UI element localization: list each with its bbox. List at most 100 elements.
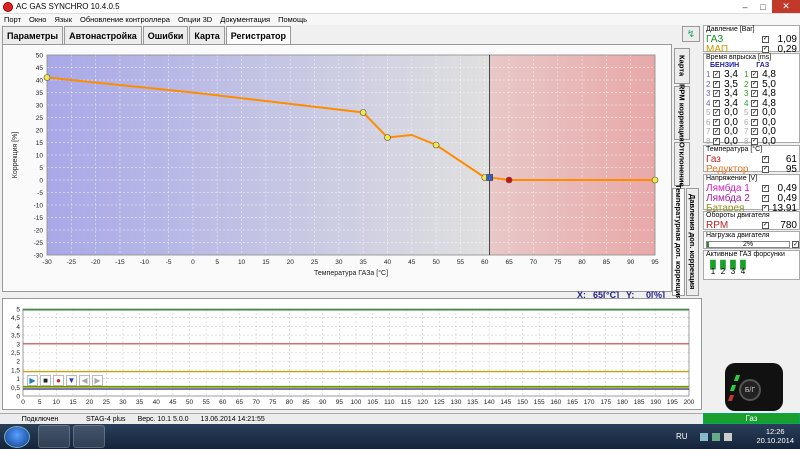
menu-documentation[interactable]: Документация: [216, 15, 274, 24]
taskbar-app-ie-icon[interactable]: [73, 425, 105, 448]
x-tick-label: 105: [367, 399, 378, 406]
tab-recorder[interactable]: Регистратор: [225, 26, 292, 44]
tray-battery-icon[interactable]: [712, 433, 720, 441]
data-point-marker: [651, 176, 659, 184]
petrol-cylinder-checkbox[interactable]: ✓: [713, 118, 720, 126]
start-button-icon[interactable]: [4, 426, 30, 448]
load-checkbox[interactable]: ✓: [792, 241, 799, 248]
gas-cylinder-checkbox[interactable]: ✓: [751, 90, 758, 98]
injection-rows: 1 ✓ 3,4 1 ✓ 4,8 2 ✓ 3,5 2 ✓ 5,0 3 ✓ 3,4 3 ✓ 4,8 4 ✓ 3,4 4 ✓ 4,8…: [704, 69, 799, 147]
recorder-panel: 5 4,5 4 3,5 3 2,5 2 1,5 1 0,5 0 0 5 10 15 20 25 30 35 40 45 5…: [2, 298, 702, 410]
x-tick-label: 90: [319, 399, 327, 406]
vtab-rpm-correction[interactable]: RPM коррекция: [674, 84, 690, 142]
vtab-temperature-correction[interactable]: Температурная доп. коррекция: [672, 184, 685, 300]
petrol-cylinder-number: 4: [706, 98, 711, 108]
menu-update[interactable]: Обновление контроллера: [76, 15, 174, 24]
y-tick-label: 50: [36, 53, 44, 60]
petrol-cylinder-checkbox[interactable]: ✓: [713, 99, 720, 107]
y-tick-label: 45: [36, 65, 44, 72]
data-point-marker: [359, 109, 367, 116]
menu-window[interactable]: Окно: [25, 15, 50, 24]
temperature-correction-chart[interactable]: -30 -25 -20 -15 -10 -5 0 5 10 15 20 25 30 35 40 45 50 55 6…: [3, 45, 671, 291]
injection-row: 5 ✓ 0,0 5 ✓ 0,0: [704, 107, 799, 118]
recorder-controls: ▶ ■ ● ▼ ◀ ▶: [27, 375, 105, 386]
fuel-status-badge: Газ: [703, 413, 800, 424]
reducer-temp-checkbox[interactable]: ✓: [762, 165, 769, 173]
x-tick-label: 30: [119, 399, 127, 406]
recorder-chart[interactable]: 54,543,532,521,510,500 5 10 15 20 25 30 35 40 45 5…: [3, 299, 701, 409]
load-value: 2%: [742, 241, 754, 248]
fuel-switch[interactable]: Б/Г: [725, 363, 783, 411]
gas-cylinder-checkbox[interactable]: ✓: [751, 109, 758, 117]
gas-temp-checkbox[interactable]: ✓: [762, 155, 769, 163]
petrol-cylinder-checkbox[interactable]: ✓: [713, 80, 720, 88]
stop-icon[interactable]: ■: [40, 375, 51, 386]
gas-pressure-checkbox[interactable]: ✓: [762, 35, 769, 43]
temperature-section: Температура [°C] Газ ✓ 61 Редуктор ✓ 95: [703, 145, 800, 175]
menu-language[interactable]: Язык: [50, 15, 76, 24]
play-icon[interactable]: ▶: [27, 375, 38, 386]
language-indicator[interactable]: RU: [676, 432, 688, 441]
injectors-header: Активные ГАЗ форсунки: [706, 251, 785, 258]
x-tick-label: -5: [166, 259, 172, 266]
taskbar-app-gas-icon[interactable]: [38, 425, 70, 448]
close-icon[interactable]: ✕: [772, 0, 800, 13]
x-tick-label: 150: [517, 399, 528, 406]
x-tick-label: 50: [186, 399, 194, 406]
switch-led-green-icon: [729, 385, 737, 391]
gas-cylinder-checkbox[interactable]: ✓: [751, 118, 758, 126]
petrol-cylinder-checkbox[interactable]: ✓: [713, 128, 720, 136]
map-pressure-checkbox[interactable]: ✓: [762, 45, 769, 53]
gas-cylinder-checkbox[interactable]: ✓: [751, 137, 758, 145]
petrol-cylinder-checkbox[interactable]: ✓: [713, 71, 720, 79]
x-tick-label: 130: [450, 399, 461, 406]
minimize-icon[interactable]: –: [736, 0, 754, 13]
petrol-cylinder-checkbox[interactable]: ✓: [713, 137, 720, 145]
x-tick-label: 65: [236, 399, 244, 406]
gas-cylinder-checkbox[interactable]: ✓: [751, 128, 758, 136]
gas-cylinder-checkbox[interactable]: ✓: [751, 99, 758, 107]
tab-errors[interactable]: Ошибки: [142, 26, 189, 44]
menu-port[interactable]: Порт: [0, 15, 25, 24]
tab-autotune[interactable]: Автонастройка: [64, 26, 142, 44]
rpm-row: RPM ✓ 780: [704, 220, 799, 231]
tab-map[interactable]: Карта: [189, 26, 225, 44]
data-point-marker: [384, 134, 391, 141]
taskbar: RU 12:26 20.10.2014: [0, 424, 800, 449]
menu-help[interactable]: Помощь: [274, 15, 311, 24]
x-tick-label: 60: [219, 399, 227, 406]
maximize-icon[interactable]: □: [754, 0, 772, 13]
vtab-map[interactable]: Карта: [674, 48, 690, 84]
next-icon[interactable]: ▶: [92, 375, 103, 386]
clock[interactable]: 12:26 20.10.2014: [756, 427, 794, 445]
app-logo-icon: [3, 1, 13, 12]
correction-plot-frame: -30 -25 -20 -15 -10 -5 0 5 10 15 20 25 30 35 40 45 50 55 6…: [2, 44, 672, 292]
x-tick-label: 155: [534, 399, 545, 406]
prev-icon[interactable]: ◀: [79, 375, 90, 386]
x-tick-label: 120: [417, 399, 428, 406]
main-tabs: Параметры Автонастройка Ошибки Карта Рег…: [2, 26, 292, 44]
tray-network-icon[interactable]: [700, 433, 708, 441]
record-icon[interactable]: ●: [53, 375, 64, 386]
gas-cylinder-checkbox[interactable]: ✓: [751, 80, 758, 88]
y-axis-label: Коррекция [%]: [12, 132, 19, 179]
switch-button-icon[interactable]: Б/Г: [739, 379, 761, 401]
gas-cylinder-number: 6: [744, 117, 749, 127]
vtab-pressure-correction[interactable]: Давления доп. коррекция: [686, 188, 699, 296]
download-icon[interactable]: ▼: [66, 375, 77, 386]
lambda1-checkbox[interactable]: ✓: [762, 184, 769, 192]
lambda2-checkbox[interactable]: ✓: [762, 194, 769, 202]
expand-icon[interactable]: ↯: [682, 26, 700, 42]
tray-volume-icon[interactable]: [724, 433, 732, 441]
x-tick-label: 55: [457, 259, 465, 266]
device-name: STAG-4 plus: [86, 415, 126, 423]
menu-3d-options[interactable]: Опции 3D: [174, 15, 216, 24]
petrol-cylinder-checkbox[interactable]: ✓: [713, 90, 720, 98]
vtab-deviation[interactable]: Отклонение: [674, 142, 690, 186]
petrol-cylinder-checkbox[interactable]: ✓: [713, 109, 720, 117]
gas-cylinder-checkbox[interactable]: ✓: [751, 71, 758, 79]
rpm-checkbox[interactable]: ✓: [762, 221, 769, 229]
selected-point-marker: [486, 174, 493, 181]
tab-parameters[interactable]: Параметры: [2, 26, 64, 44]
gas-cylinder-number: 3: [744, 89, 749, 99]
